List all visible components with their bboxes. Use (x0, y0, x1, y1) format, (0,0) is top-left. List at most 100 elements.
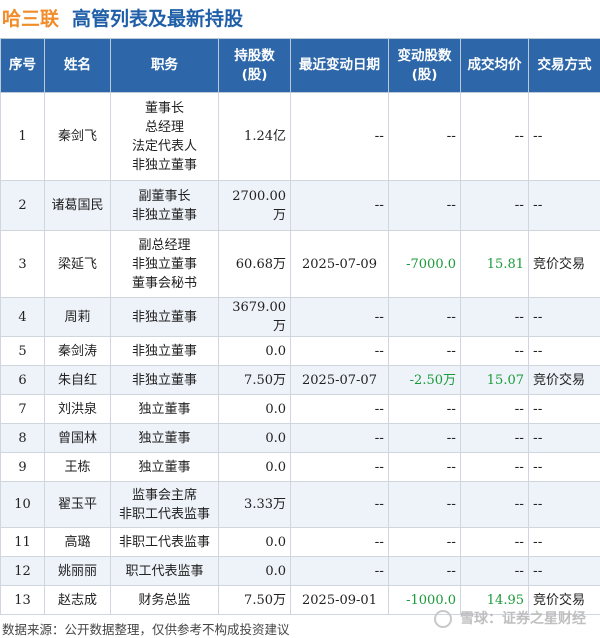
row-date: -- (291, 482, 389, 528)
row-name: 姚丽丽 (45, 557, 111, 586)
row-date: -- (291, 424, 389, 453)
table-header-row: 序号 姓名 职务 持股数 (股) 最近变动日期 变动股数 (股) 成交均价 交易… (1, 39, 600, 93)
row-shares: 2700.00万 (219, 181, 291, 231)
role-line: 独立董事 (115, 458, 214, 477)
row-name: 梁延飞 (45, 231, 111, 298)
table-row: 5秦剑涛非独立董事0.0-------- (1, 337, 600, 366)
row-name: 秦剑飞 (45, 93, 111, 181)
row-price: -- (461, 395, 529, 424)
role-line: 董事会秘书 (115, 274, 214, 293)
role-line: 职工代表监事 (115, 562, 214, 581)
row-shares: 0.0 (219, 395, 291, 424)
row-index: 12 (1, 557, 45, 586)
row-role: 副总经理非独立董事董事会秘书 (111, 231, 219, 298)
table-row: 9王栋独立董事0.0-------- (1, 453, 600, 482)
row-price: -- (461, 557, 529, 586)
snowball-logo-icon (434, 610, 452, 628)
row-role: 职工代表监事 (111, 557, 219, 586)
brand-text: 雪球：证券之星财经 (460, 611, 586, 627)
row-price: -- (461, 482, 529, 528)
row-role: 非独立董事 (111, 366, 219, 395)
row-shares: 0.0 (219, 337, 291, 366)
row-index: 2 (1, 181, 45, 231)
row-price: 15.81 (461, 231, 529, 298)
row-name: 翟玉平 (45, 482, 111, 528)
row-index: 3 (1, 231, 45, 298)
row-index: 1 (1, 93, 45, 181)
row-mode: -- (529, 181, 600, 231)
row-index: 5 (1, 337, 45, 366)
table-row: 4周莉非独立董事3679.00万-------- (1, 298, 600, 337)
executive-holdings-table: 序号 姓名 职务 持股数 (股) 最近变动日期 变动股数 (股) 成交均价 交易… (0, 38, 600, 615)
row-role: 副董事长非独立董事 (111, 181, 219, 231)
row-change: -- (389, 557, 461, 586)
row-shares: 0.0 (219, 557, 291, 586)
row-role: 独立董事 (111, 395, 219, 424)
row-price: -- (461, 528, 529, 557)
row-change: -- (389, 395, 461, 424)
row-date: 2025-09-01 (291, 586, 389, 615)
row-mode: -- (529, 93, 600, 181)
role-line: 独立董事 (115, 429, 214, 448)
row-role: 非独立董事 (111, 298, 219, 337)
header-change-line: 变动股数 (391, 47, 458, 66)
row-price: -- (461, 298, 529, 337)
row-name: 曾国林 (45, 424, 111, 453)
table-row: 3梁延飞副总经理非独立董事董事会秘书60.68万2025-07-09-7000.… (1, 231, 600, 298)
row-mode: -- (529, 482, 600, 528)
header-shares-unit: (股) (221, 66, 288, 85)
row-name: 刘洪泉 (45, 395, 111, 424)
header-date: 最近变动日期 (291, 39, 389, 93)
row-name: 赵志成 (45, 586, 111, 615)
role-line: 非独立董事 (115, 156, 214, 175)
row-price: -- (461, 453, 529, 482)
header-change: 变动股数 (股) (389, 39, 461, 93)
row-name: 周莉 (45, 298, 111, 337)
row-mode: -- (529, 557, 600, 586)
row-role: 独立董事 (111, 453, 219, 482)
role-line: 财务总监 (115, 591, 214, 610)
row-mode: -- (529, 298, 600, 337)
table-row: 2诸葛国民副董事长非独立董事2700.00万-------- (1, 181, 600, 231)
header-change-unit: (股) (391, 66, 458, 85)
row-date: -- (291, 557, 389, 586)
row-date: -- (291, 453, 389, 482)
row-index: 13 (1, 586, 45, 615)
header-shares-line: 持股数 (221, 47, 288, 66)
row-shares: 60.68万 (219, 231, 291, 298)
row-change: -- (389, 528, 461, 557)
header-role: 职务 (111, 39, 219, 93)
row-shares: 0.0 (219, 453, 291, 482)
row-role: 独立董事 (111, 424, 219, 453)
role-line: 非独立董事 (115, 206, 214, 225)
row-index: 6 (1, 366, 45, 395)
row-change: -- (389, 453, 461, 482)
row-mode: -- (529, 337, 600, 366)
company-name: 哈三联 (2, 4, 59, 31)
table-row: 11高璐非职工代表监事0.0-------- (1, 528, 600, 557)
role-line: 非独立董事 (115, 308, 214, 327)
row-date: 2025-07-07 (291, 366, 389, 395)
row-date: -- (291, 337, 389, 366)
row-mode: 竞价交易 (529, 231, 600, 298)
row-mode: 竞价交易 (529, 366, 600, 395)
role-line: 非职工代表监事 (115, 505, 214, 524)
row-name: 秦剑涛 (45, 337, 111, 366)
row-date: -- (291, 93, 389, 181)
row-shares: 1.24亿 (219, 93, 291, 181)
row-name: 朱自红 (45, 366, 111, 395)
row-role: 财务总监 (111, 586, 219, 615)
role-line: 非独立董事 (115, 255, 214, 274)
role-line: 副总经理 (115, 236, 214, 255)
row-date: -- (291, 298, 389, 337)
header-price: 成交均价 (461, 39, 529, 93)
title-bar: 哈三联 高管列表及最新持股 (0, 0, 600, 38)
role-line: 非独立董事 (115, 371, 214, 390)
row-mode: -- (529, 528, 600, 557)
role-line: 法定代表人 (115, 137, 214, 156)
role-line: 董事长 (115, 99, 214, 118)
row-role: 董事长总经理法定代表人非独立董事 (111, 93, 219, 181)
row-index: 4 (1, 298, 45, 337)
header-mode: 交易方式 (529, 39, 600, 93)
row-shares: 0.0 (219, 424, 291, 453)
